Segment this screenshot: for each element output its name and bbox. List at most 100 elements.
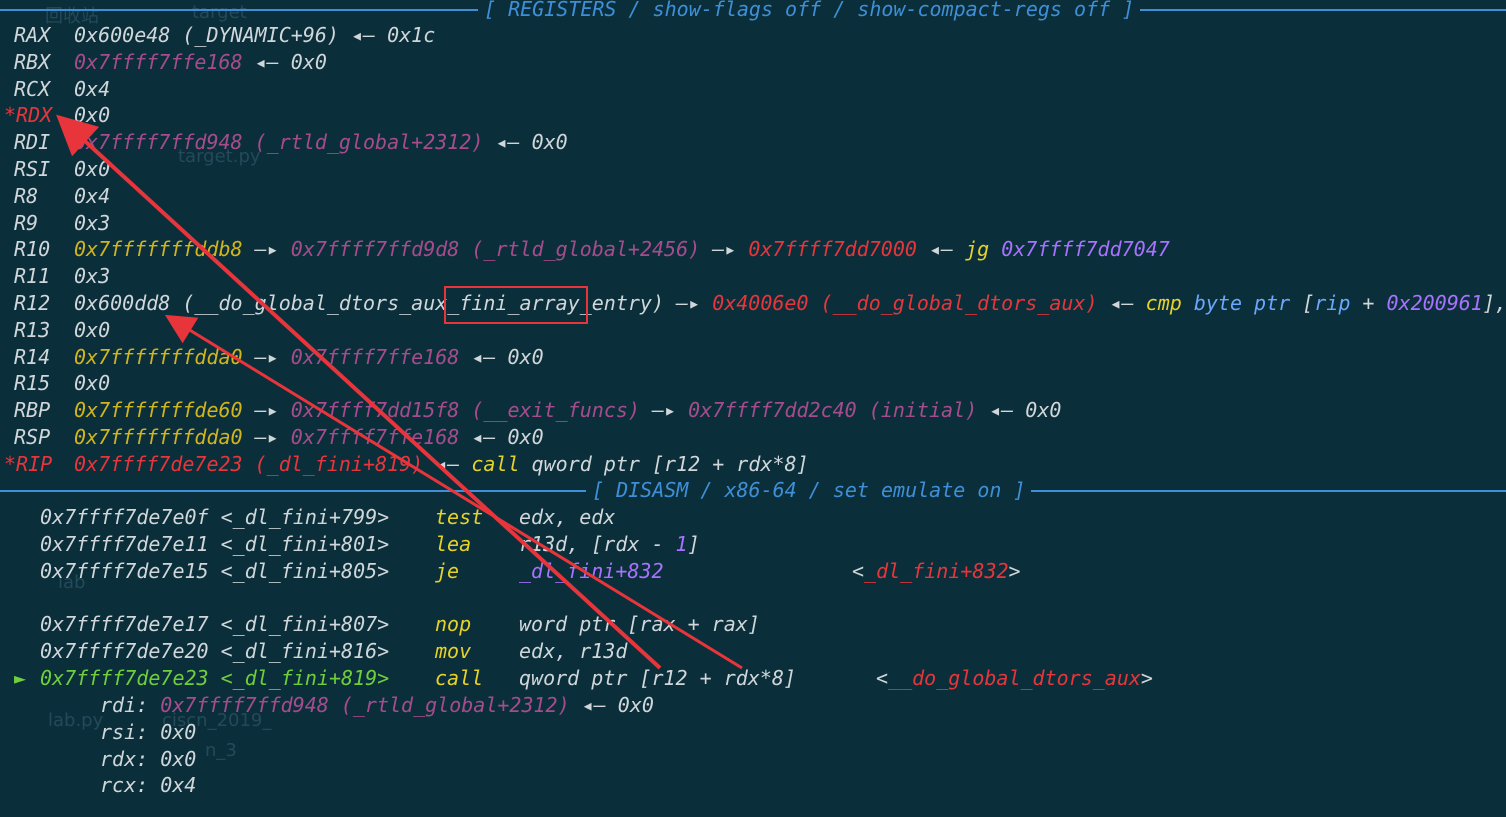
- register-value-part: [r12 + rdx*8]: [652, 451, 809, 476]
- disasm-operand-part: r13d: [519, 531, 568, 556]
- register-value-part: ◂—: [459, 344, 508, 369]
- register-value-part: ◂—: [483, 130, 532, 155]
- disasm-comment-part: <: [852, 558, 865, 583]
- register-value-part: 0x4: [74, 76, 111, 101]
- call-arg-value-part: ◂—: [569, 693, 618, 717]
- registers-header: [ REGISTERS / show-flags off / show-comp…: [0, 0, 1506, 21]
- call-arg-value-part: 0x0: [617, 693, 654, 717]
- disasm-comment-part: <: [876, 665, 889, 690]
- call-arg-value-part: 0x7ffff7ffd948 (_rtld_global+2312): [160, 693, 570, 717]
- register-value-part: 0x7fffffffdda0: [74, 425, 243, 449]
- disasm-address: 0x7ffff7de7e11 <_dl_fini+801>: [40, 531, 390, 556]
- register-value-part: ◂—: [242, 49, 291, 74]
- register-value-part: jg: [965, 237, 1002, 262]
- disasm-row: 0x7ffff7de7e17 <_dl_fini+807> nop word ptr…: [14, 611, 760, 638]
- register-name: R13: [14, 317, 51, 342]
- disasm-row: [14, 584, 519, 611]
- register-name: R9: [14, 210, 39, 235]
- register-value-part: 0x7fffffffde60: [74, 398, 243, 423]
- disasm-address: 0x7ffff7de7e15 <_dl_fini+805>: [40, 558, 390, 583]
- register-name: RSP: [14, 425, 51, 449]
- disasm-comment-part: >: [1140, 665, 1153, 690]
- disasm-target-comment: <_dl_fini+832>: [852, 558, 1021, 585]
- register-value-part: ],: [1482, 291, 1506, 315]
- register-value-part: ◂—: [459, 425, 508, 449]
- desktop-label-lab-py: lab.py: [48, 710, 104, 731]
- register-value-part: 0x600e48 (_DYNAMIC+96): [74, 23, 339, 47]
- register-value-part: —▸: [242, 237, 291, 262]
- register-row-rbx: RBX 0x7ffff7ffe168 ◂— 0x0: [14, 49, 327, 76]
- register-value-part: 0x7ffff7dd2c40 (initial): [688, 398, 978, 423]
- register-value-part: [: [1302, 291, 1315, 315]
- call-arg-row: rcx: 0x4: [100, 772, 196, 799]
- register-row-r12: R12 0x600dd8 (__do_global_dtors_aux_fini_…: [14, 290, 1506, 317]
- disasm-address: 0x7ffff7de7e17 <_dl_fini+807>: [40, 612, 390, 637]
- register-value-part: 0x0: [531, 130, 568, 155]
- disasm-operands: word ptr [rax + rax]: [519, 611, 760, 638]
- disasm-address: 0x7ffff7de7e0f <_dl_fini+799>: [40, 505, 390, 529]
- register-name: *RDX: [4, 103, 53, 128]
- register-value-part: 0x0: [74, 317, 111, 342]
- disasm-header: [ DISASM / x86-64 / set emulate on ]: [0, 478, 1506, 502]
- disasm-row-current: ► 0x7ffff7de7e23 <_dl_fini+819> call qword …: [14, 665, 1153, 692]
- disasm-operand-part: ,: [555, 639, 580, 663]
- register-value-part: —▸: [700, 237, 749, 262]
- register-row-r11: R11 0x3: [14, 263, 110, 290]
- register-value-part: 0x7ffff7de7e23 (_dl_fini+819): [74, 451, 424, 476]
- register-value-part: +: [1350, 291, 1387, 315]
- register-row-r8: R8 0x4: [14, 183, 110, 210]
- disasm-operands: _dl_fini+832: [519, 558, 664, 585]
- call-arg-name: rcx:: [100, 773, 161, 798]
- register-name: R8: [14, 183, 39, 208]
- call-arg-value-part: 0x0: [160, 746, 197, 771]
- register-value-part: ◂—: [1097, 291, 1146, 315]
- disasm-operands: qword ptr [r12 + rdx*8]: [519, 665, 796, 692]
- register-row-rdi: RDI 0x7ffff7ffd948 (_rtld_global+2312) ◂—…: [14, 129, 568, 156]
- disasm-mnemonic: call: [435, 665, 484, 690]
- disasm-operand-part: ,: [555, 505, 580, 529]
- desktop-label-n3: n_3: [205, 740, 237, 761]
- register-value-part: 0x4: [74, 183, 111, 208]
- register-name: RCX: [14, 76, 51, 101]
- register-value-part: ◂—: [338, 23, 388, 47]
- call-arg-name: rdi:: [100, 693, 161, 717]
- disasm-operand-part: qword ptr: [519, 665, 640, 690]
- disasm-operand-part: -: [639, 531, 676, 556]
- register-row-rbp: RBP 0x7fffffffde60 —▸ 0x7ffff7dd15f8 (__e…: [14, 397, 1061, 424]
- register-row-rsp: RSP 0x7fffffffdda0 —▸ 0x7ffff7ffe168 ◂— 0…: [14, 424, 544, 451]
- register-value-part: —▸: [242, 398, 291, 423]
- disasm-header-label: [ DISASM / x86-64 / set emulate on ]: [586, 478, 1032, 502]
- disasm-comment-part: _dl_fini+832: [864, 558, 1009, 583]
- register-name: RBX: [14, 49, 51, 74]
- disasm-operand-part: [r12 + rdx*8]: [639, 665, 796, 690]
- disasm-operands: r13d, [rdx - 1]: [519, 531, 700, 558]
- disasm-row: 0x7ffff7de7e20 <_dl_fini+816> mov edx, r13…: [14, 638, 627, 665]
- register-value-part: cmp: [1145, 291, 1194, 315]
- call-arg-row: rdi: 0x7ffff7ffd948 (_rtld_global+2312) …: [100, 692, 654, 719]
- disasm-target-comment: <__do_global_dtors_aux>: [876, 665, 1153, 692]
- disasm-mnemonic: lea: [435, 531, 472, 556]
- register-value-part: 0x7ffff7ffe168: [290, 344, 460, 369]
- register-name: *RIP: [4, 451, 53, 476]
- register-value-part: —▸: [242, 425, 291, 449]
- disasm-operand-part: edx: [519, 505, 556, 529]
- register-row-rax: RAX 0x600e48 (_DYNAMIC+96) ◂— 0x1c: [14, 22, 435, 49]
- register-name: R11: [14, 264, 51, 289]
- register-value-part: 0x7fffffffddb8: [74, 237, 243, 262]
- register-name: R15: [14, 371, 51, 396]
- disasm-address: 0x7ffff7de7e20 <_dl_fini+816>: [40, 639, 390, 663]
- disasm-operand-part: r13d: [579, 639, 628, 663]
- register-name: R10: [14, 237, 51, 262]
- disasm-operand-part: edx: [579, 505, 616, 529]
- register-name: RBP: [14, 398, 51, 423]
- register-row-r13: R13 0x0: [14, 317, 110, 344]
- disasm-operand-part: rdx: [603, 531, 640, 556]
- disasm-operand-part: _dl_fini+832: [519, 558, 664, 583]
- register-row-r9: R9 0x3: [14, 210, 110, 237]
- register-value-part: 0x0: [507, 425, 544, 449]
- register-row-r15: R15 0x0: [14, 370, 110, 397]
- disasm-operands: edx, r13d: [519, 638, 627, 665]
- call-arg-row: rsi: 0x0: [100, 719, 196, 746]
- disasm-operand-part: word ptr: [519, 612, 628, 637]
- call-arg-name: rdx:: [100, 746, 161, 771]
